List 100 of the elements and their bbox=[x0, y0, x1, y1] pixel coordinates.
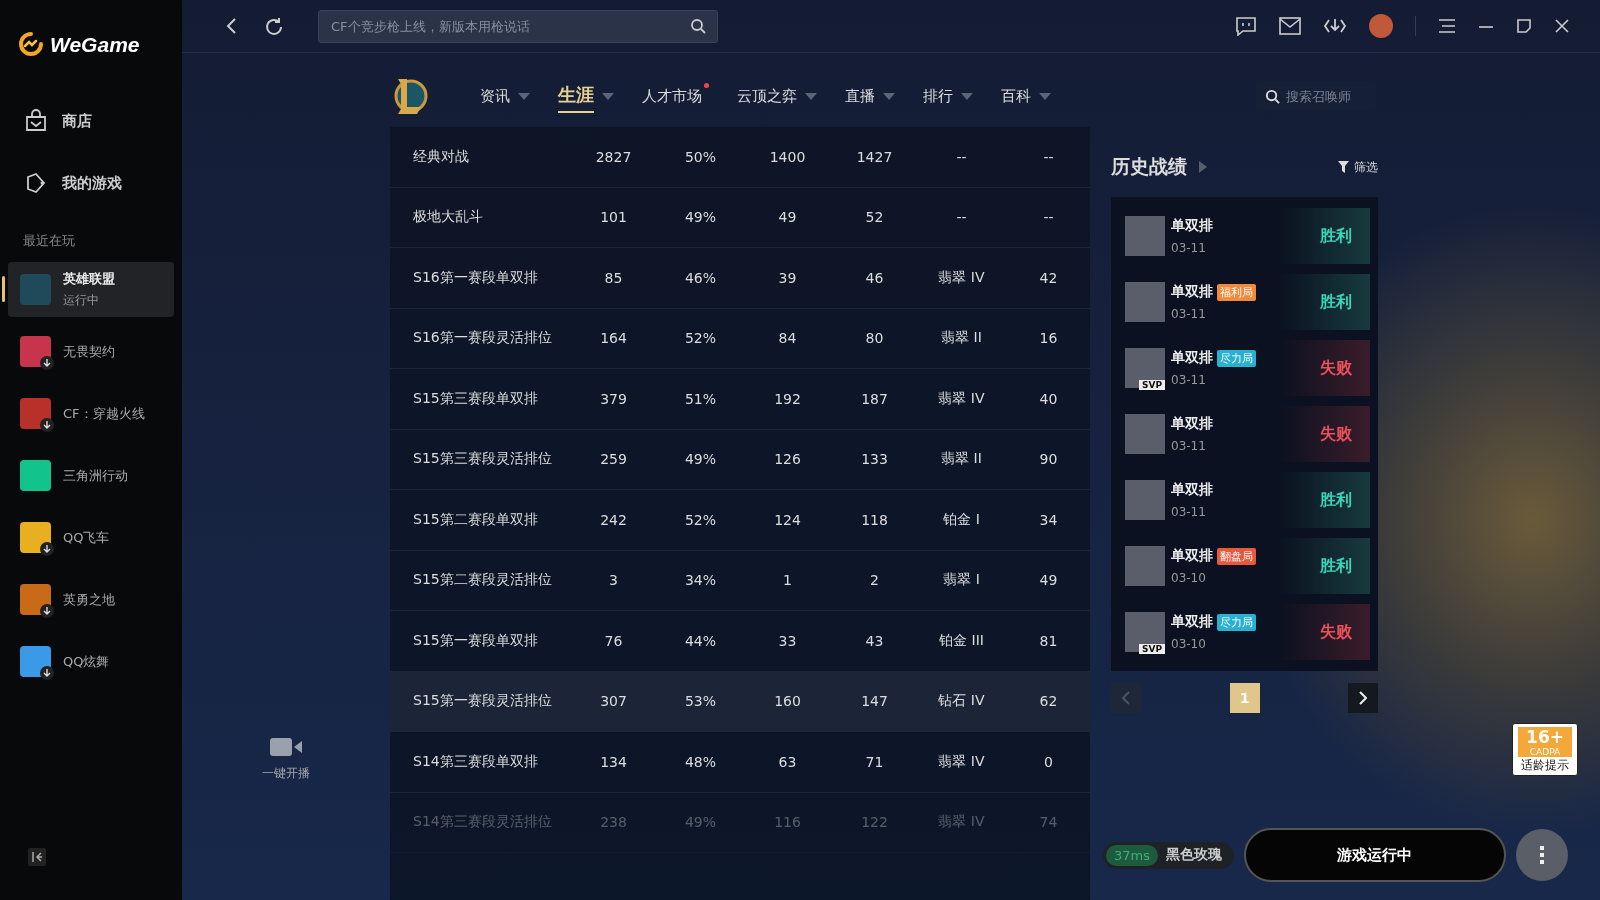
champion-portrait bbox=[1125, 546, 1165, 586]
live-stream-button[interactable]: 一键开播 bbox=[262, 737, 310, 782]
download-badge-icon bbox=[40, 604, 54, 618]
match-row[interactable]: 单双排 03-11 失败 bbox=[1125, 401, 1370, 467]
caret-icon[interactable] bbox=[602, 92, 614, 100]
nav-tab[interactable]: 生涯 bbox=[558, 79, 594, 113]
table-cell-text: 翡翠 II bbox=[940, 329, 983, 348]
chat-icon[interactable] bbox=[1235, 16, 1257, 36]
table-row[interactable]: S15第二赛段单双排 242 52% 124 118 铂金 I 34 bbox=[390, 490, 1090, 551]
table-cell-text: 164 bbox=[599, 330, 628, 347]
table-cell-text: 49% bbox=[683, 814, 718, 831]
match-date: 03-10 bbox=[1171, 571, 1207, 585]
table-cell-text: 42 bbox=[1038, 269, 1059, 286]
game-running-button[interactable]: 游戏运行中 bbox=[1244, 828, 1506, 882]
caret-icon[interactable] bbox=[1039, 92, 1051, 100]
caret-icon[interactable] bbox=[961, 92, 973, 100]
game-name: QQ炫舞 bbox=[63, 652, 110, 671]
menu-icon[interactable] bbox=[1438, 18, 1456, 34]
caret-icon[interactable] bbox=[805, 92, 817, 100]
more-icon bbox=[1540, 846, 1544, 864]
match-row[interactable]: 单双排 福利局 03-11 胜利 bbox=[1125, 269, 1370, 335]
search-field[interactable]: CF个竞步枪上线，新版本用枪说话 bbox=[318, 9, 718, 43]
download-badge-icon bbox=[40, 418, 54, 432]
table-cell-text: 49% bbox=[683, 209, 718, 226]
table-cell-text: 16 bbox=[1038, 330, 1059, 347]
table-cell-text: S14第三赛段单双排 bbox=[412, 752, 539, 771]
sidebar-nav-item[interactable]: 我的游戏 bbox=[8, 152, 174, 214]
close-icon[interactable] bbox=[1554, 18, 1570, 34]
chevron-left-icon bbox=[1122, 691, 1130, 705]
table-row[interactable]: 经典对战 2827 50% 1400 1427 -- -- bbox=[390, 127, 1090, 188]
table-cell-text: 49% bbox=[683, 451, 718, 468]
filter-icon bbox=[1338, 161, 1349, 173]
caret-icon[interactable] bbox=[518, 92, 530, 100]
table-cell-text: S15第二赛段灵活排位 bbox=[412, 571, 553, 590]
table-cell-text: 34% bbox=[683, 572, 718, 589]
table-cell-text: S15第二赛段单双排 bbox=[412, 510, 539, 529]
table-cell-text: 44% bbox=[683, 632, 718, 649]
nav-tab[interactable]: 人才市场 bbox=[642, 82, 702, 110]
sidebar-nav-item[interactable]: 商店 bbox=[8, 90, 174, 152]
table-row[interactable]: S14第三赛段单双排 134 48% 63 71 翡翠 IV 0 bbox=[390, 732, 1090, 793]
svp-badge: SVP bbox=[1139, 380, 1166, 390]
table-cell-text: 46 bbox=[864, 269, 885, 286]
match-tag: 尽力局 bbox=[1217, 349, 1256, 367]
game-item[interactable]: QQ飞车 bbox=[8, 510, 174, 565]
table-cell-text: S16第一赛段灵活排位 bbox=[412, 329, 553, 348]
table-cell-text: 极地大乱斗 bbox=[412, 208, 484, 227]
table-row[interactable]: S15第一赛段灵活排位 307 53% 160 147 钻石 IV 62 bbox=[390, 671, 1090, 732]
game-item[interactable]: 无畏契约 bbox=[8, 324, 174, 379]
game-item[interactable]: 英勇之地 bbox=[8, 572, 174, 627]
game-name: 英雄联盟 bbox=[63, 270, 115, 288]
match-row[interactable]: 单双排 03-11 胜利 bbox=[1125, 467, 1370, 533]
maximize-icon[interactable] bbox=[1516, 18, 1532, 34]
match-mode: 单双排 bbox=[1171, 481, 1213, 499]
game-name: CF：穿越火线 bbox=[63, 404, 145, 423]
search-icon bbox=[690, 17, 706, 34]
table-cell-text: 124 bbox=[773, 511, 802, 528]
table-row[interactable]: S16第一赛段单双排 85 46% 39 46 翡翠 IV 42 bbox=[390, 248, 1090, 309]
game-item[interactable]: QQ炫舞 bbox=[8, 634, 174, 689]
caret-icon[interactable] bbox=[883, 92, 895, 100]
game-item[interactable]: 三角洲行动 bbox=[8, 448, 174, 503]
table-row[interactable]: S15第三赛段单双排 379 51% 192 187 翡翠 IV 40 bbox=[390, 369, 1090, 430]
collapse-icon[interactable] bbox=[28, 848, 46, 866]
table-cell-text: 101 bbox=[599, 209, 628, 226]
match-row[interactable]: SVP 单双排 尽力局 03-10 失败 bbox=[1125, 599, 1370, 665]
table-cell-text: 259 bbox=[599, 451, 628, 468]
match-tag: 尽力局 bbox=[1217, 613, 1256, 631]
nav-tab[interactable]: 百科 bbox=[1001, 82, 1031, 110]
table-cell-text: 85 bbox=[603, 269, 624, 286]
nav-tab[interactable]: 排行 bbox=[923, 82, 953, 110]
server-status[interactable]: 37ms 黑色玫瑰 bbox=[1103, 841, 1234, 869]
table-row[interactable]: S15第一赛段单双排 76 44% 33 43 铂金 III 81 bbox=[390, 611, 1090, 672]
filter-button[interactable]: 筛选 bbox=[1338, 158, 1378, 176]
table-cell-text: 49 bbox=[777, 209, 798, 226]
avatar[interactable] bbox=[1369, 14, 1393, 38]
nav-tab[interactable]: 直播 bbox=[845, 82, 875, 110]
table-cell-text: 133 bbox=[860, 451, 889, 468]
match-row[interactable]: 单双排 03-11 胜利 bbox=[1125, 203, 1370, 269]
match-row[interactable]: 单双排 翻盘局 03-10 胜利 bbox=[1125, 533, 1370, 599]
section-title[interactable]: 历史战绩 bbox=[1111, 154, 1187, 180]
nav-tab[interactable]: 资讯 bbox=[480, 82, 510, 110]
match-row[interactable]: SVP 单双排 尽力局 03-11 失败 bbox=[1125, 335, 1370, 401]
champion-portrait bbox=[1125, 216, 1165, 256]
table-row[interactable]: 极地大乱斗 101 49% 49 52 -- -- bbox=[390, 187, 1090, 248]
logo-icon bbox=[18, 31, 44, 59]
table-row[interactable]: S15第三赛段灵活排位 259 49% 126 133 翡翠 II 90 bbox=[390, 429, 1090, 490]
download-badge-icon bbox=[40, 542, 54, 556]
next-page-button[interactable] bbox=[1348, 683, 1378, 713]
server-name: 黑色玫瑰 bbox=[1166, 846, 1222, 864]
refresh-icon[interactable] bbox=[264, 16, 284, 36]
match-mode: 单双排 bbox=[1171, 547, 1213, 565]
chevron-right-icon[interactable] bbox=[1199, 161, 1207, 173]
table-cell-text: 33 bbox=[777, 632, 798, 649]
table-row[interactable]: S15第二赛段灵活排位 3 34% 1 2 翡翠 I 49 bbox=[390, 550, 1090, 611]
table-row[interactable]: S16第一赛段灵活排位 164 52% 84 80 翡翠 II 16 bbox=[390, 308, 1090, 369]
champion-portrait bbox=[1125, 414, 1165, 454]
match-date: 03-11 bbox=[1171, 505, 1207, 519]
game-item[interactable]: CF：穿越火线 bbox=[8, 386, 174, 441]
mail-icon[interactable] bbox=[1279, 17, 1301, 35]
nav-tab[interactable]: 云顶之弈 bbox=[737, 82, 797, 110]
table-cell-text: 经典对战 bbox=[412, 147, 470, 166]
